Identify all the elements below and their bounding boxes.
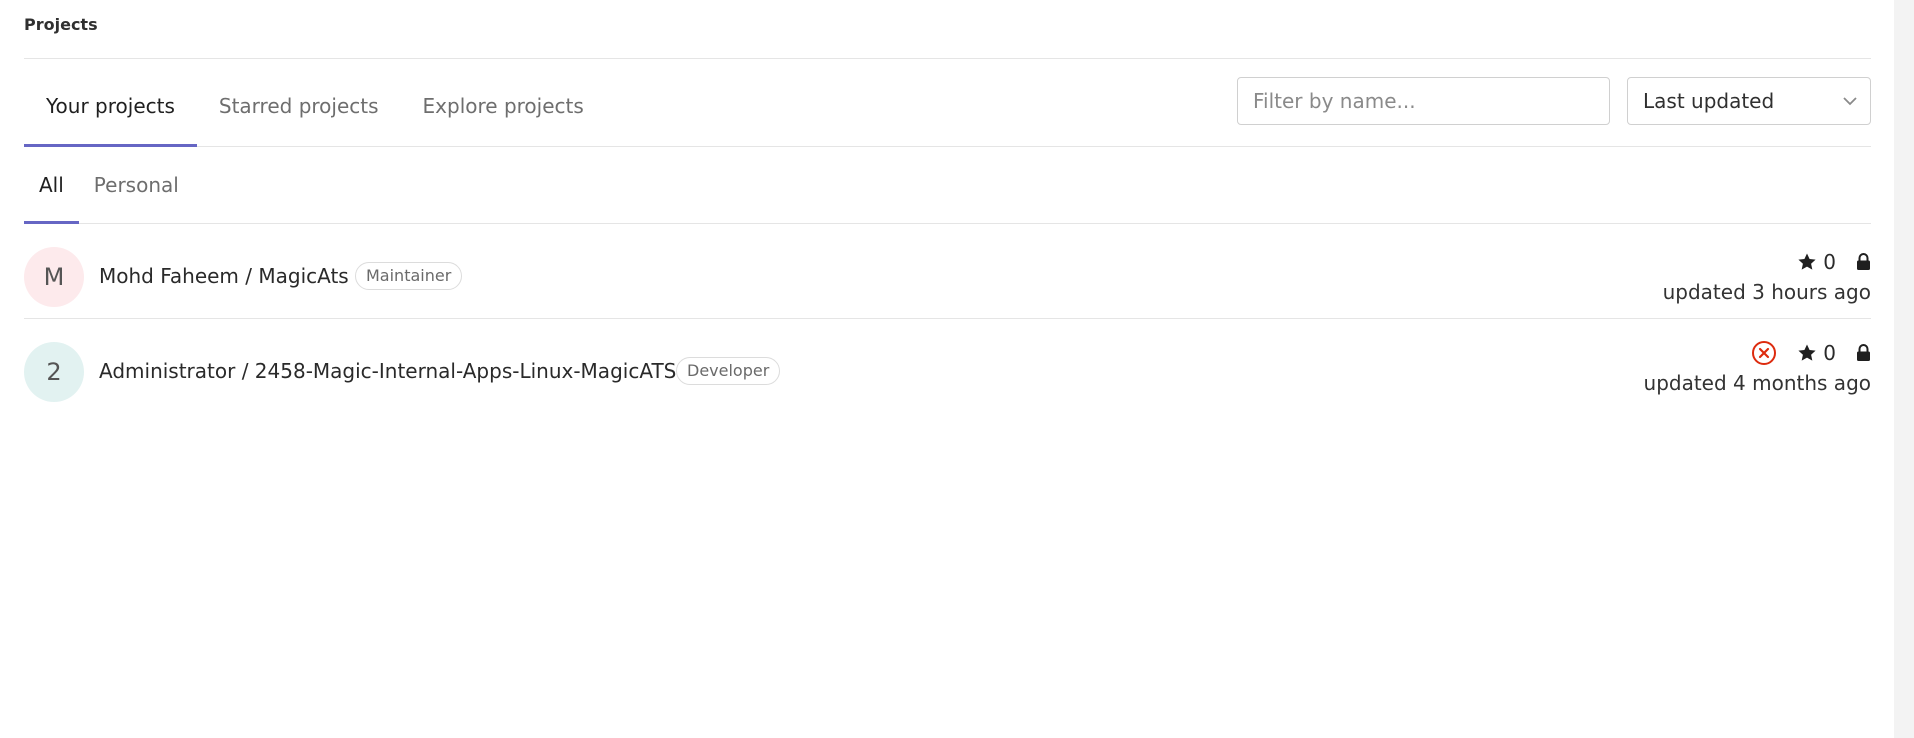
projects-topbar: Your projects Starred projects Explore p…	[24, 59, 1871, 147]
star-count: 0	[1823, 250, 1836, 274]
avatar-letter: 2	[46, 358, 62, 386]
avatar-letter: M	[43, 263, 65, 291]
subtab-personal[interactable]: Personal	[79, 147, 194, 223]
breadcrumb: Projects	[24, 0, 1871, 59]
project-avatar[interactable]: M	[24, 247, 84, 307]
project-stats: 0	[1663, 248, 1871, 276]
role-badge: Maintainer	[355, 262, 463, 290]
project-title-link[interactable]: Administrator / 2458-Magic-Internal-Apps…	[99, 359, 676, 383]
main-content: Projects Your projects Starred projects …	[24, 0, 1871, 413]
tab-your-projects[interactable]: Your projects	[24, 59, 197, 147]
filter-by-name-input[interactable]	[1237, 77, 1610, 125]
project-meta: 0 updated 4 months ago	[1644, 339, 1871, 395]
subtab-all[interactable]: All	[24, 147, 79, 224]
star-icon	[1797, 252, 1817, 272]
scrollbar-track[interactable]	[1894, 0, 1914, 738]
lock-icon	[1856, 344, 1871, 362]
breadcrumb-title[interactable]: Projects	[24, 15, 98, 34]
project-row: M Mohd Faheem / MagicAts Maintainer 0 up…	[24, 224, 1871, 319]
star-count: 0	[1823, 341, 1836, 365]
project-row: 2 Administrator / 2458-Magic-Internal-Ap…	[24, 319, 1871, 413]
chevron-down-icon	[1842, 78, 1858, 124]
sort-selected-label: Last updated	[1643, 89, 1775, 113]
project-meta: 0 updated 3 hours ago	[1663, 248, 1871, 304]
role-badge: Developer	[676, 357, 781, 385]
project-stats: 0	[1644, 339, 1871, 367]
project-avatar[interactable]: 2	[24, 342, 84, 402]
tab-starred-projects[interactable]: Starred projects	[197, 59, 401, 146]
sort-dropdown[interactable]: Last updated	[1627, 77, 1871, 125]
updated-time: updated 3 hours ago	[1662, 280, 1871, 304]
lock-icon	[1856, 253, 1871, 271]
star-count-link[interactable]: 0	[1797, 250, 1836, 274]
projects-page: Projects Your projects Starred projects …	[0, 0, 1914, 738]
star-icon	[1797, 343, 1817, 363]
star-count-link[interactable]: 0	[1797, 341, 1836, 365]
tab-explore-projects[interactable]: Explore projects	[401, 59, 606, 146]
pipeline-failed-icon[interactable]	[1751, 340, 1777, 366]
updated-time: updated 4 months ago	[1643, 371, 1871, 395]
project-title-link[interactable]: Mohd Faheem / MagicAts	[99, 264, 349, 288]
project-subtabs: All Personal	[24, 147, 1871, 224]
